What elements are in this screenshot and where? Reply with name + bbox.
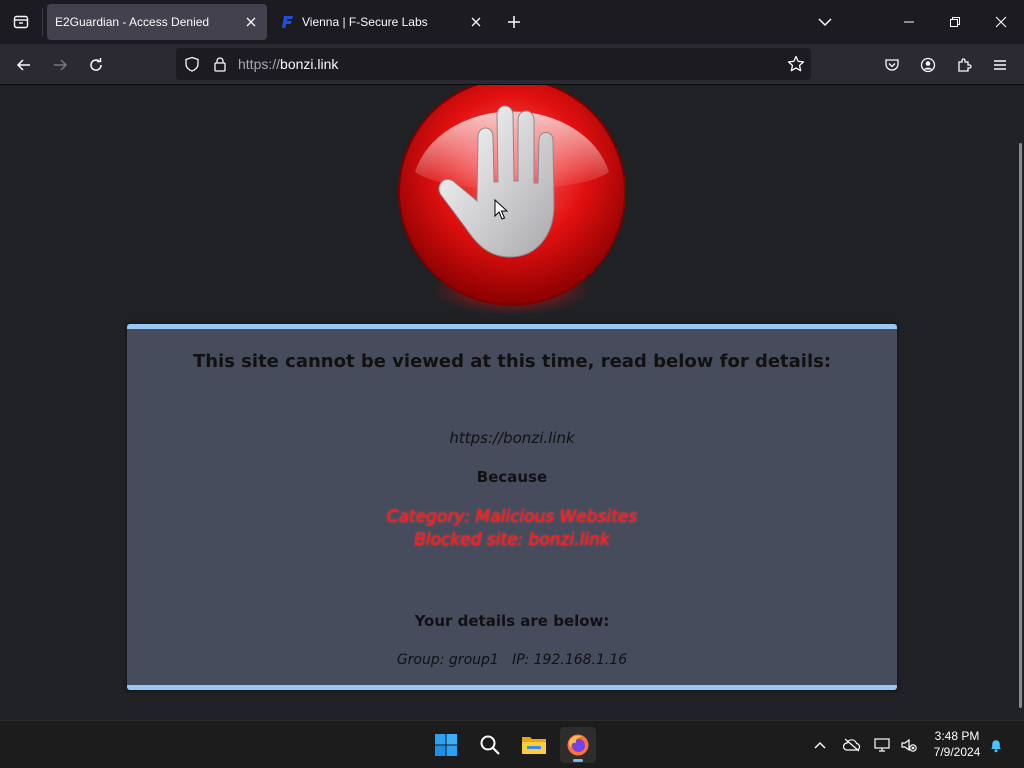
list-all-tabs-button[interactable] [815,12,835,32]
bookmark-star-icon[interactable] [787,55,805,73]
windows-taskbar: 3:48 PM 7/9/2024 [0,720,1024,768]
puzzle-icon [958,58,972,72]
minimize-button[interactable] [886,0,932,44]
tab-close-button[interactable] [243,14,259,30]
tab-title: E2Guardian - Access Denied [55,15,210,29]
account-button[interactable] [915,52,941,78]
clock-time: 3:48 PM [934,729,980,743]
tab-close-button[interactable] [468,14,484,30]
vertical-scrollbar[interactable] [1019,143,1022,708]
restore-icon [950,17,960,27]
extensions-button[interactable] [951,52,977,78]
close-icon [995,16,1007,28]
url-scheme: https:// [238,56,281,72]
file-explorer-icon [522,737,546,754]
url-text[interactable]: https://bonzi.link [238,56,338,72]
firefox-view-button[interactable] [0,0,42,44]
reload-button[interactable] [83,52,109,78]
network-button[interactable] [873,735,893,755]
speaker-muted-icon [901,738,917,752]
details-heading: Your details are below: [414,612,610,630]
page-content: This site cannot be viewed at this time,… [0,85,1024,720]
show-hidden-icons-button[interactable] [810,735,830,755]
app-menu-button[interactable] [987,52,1013,78]
bell-icon [991,740,1001,753]
page-heading: This site cannot be viewed at this time,… [192,351,832,372]
tab-title: Vienna | F-Secure Labs [302,15,428,29]
user-details: Group: group1 IP: 192.168.1.16 [396,652,628,668]
firefox-view-icon [13,15,29,29]
onedrive-button[interactable] [842,735,862,755]
network-icon [874,738,890,752]
chevron-up-icon [814,742,826,749]
system-clock[interactable]: 3:48 PM 7/9/2024 [922,728,992,760]
restore-button[interactable] [932,0,978,44]
f-secure-favicon-icon [282,16,293,28]
new-tab-button[interactable] [503,11,525,33]
tab-vienna[interactable]: Vienna | F-Secure Labs [272,4,492,40]
close-icon [471,17,481,27]
tab-separator [42,8,43,36]
url-bar[interactable]: https://bonzi.link [176,48,811,80]
stop-hand-icon [398,85,626,306]
cloud-offline-icon [843,738,861,752]
firefox-icon [567,734,589,756]
firefox-taskbar-button[interactable] [560,727,596,763]
mouse-cursor-icon [494,199,508,220]
url-host: bonzi.link [280,56,339,72]
chevron-down-icon [818,18,832,27]
because-label: Because [476,468,548,486]
active-app-indicator [573,759,583,762]
blocked-site: Blocked site: bonzi.link [414,530,610,550]
search-icon [480,735,500,755]
start-button[interactable] [428,727,464,763]
notifications-button[interactable] [986,735,1006,755]
pocket-icon [885,59,899,71]
taskbar-search-button[interactable] [472,727,508,763]
windows-start-icon [435,734,457,756]
back-button[interactable] [11,52,37,78]
arrow-right-icon [54,59,68,71]
lock-icon[interactable] [212,56,228,72]
tab-e2guardian[interactable]: E2Guardian - Access Denied [47,4,267,40]
shield-icon[interactable] [184,56,200,72]
access-denied-panel: This site cannot be viewed at this time,… [127,324,897,690]
pocket-button[interactable] [879,52,905,78]
volume-button[interactable] [899,735,919,755]
minimize-icon [904,21,914,23]
blocked-url: https://bonzi.link [449,429,575,447]
hamburger-menu-icon [994,60,1006,70]
arrow-left-icon [16,59,30,71]
tab-strip: E2Guardian - Access Denied Vienna | F-Se… [0,0,1024,44]
forward-button[interactable] [47,52,73,78]
navigation-toolbar: https://bonzi.link [0,44,1024,85]
close-icon [246,17,256,27]
clock-date: 7/9/2024 [933,745,981,759]
account-icon [920,57,936,73]
close-window-button[interactable] [978,0,1024,44]
file-explorer-button[interactable] [516,727,552,763]
reload-icon [90,58,102,71]
block-category: Category: Malicious Websites [386,507,638,527]
plus-icon [508,16,520,28]
